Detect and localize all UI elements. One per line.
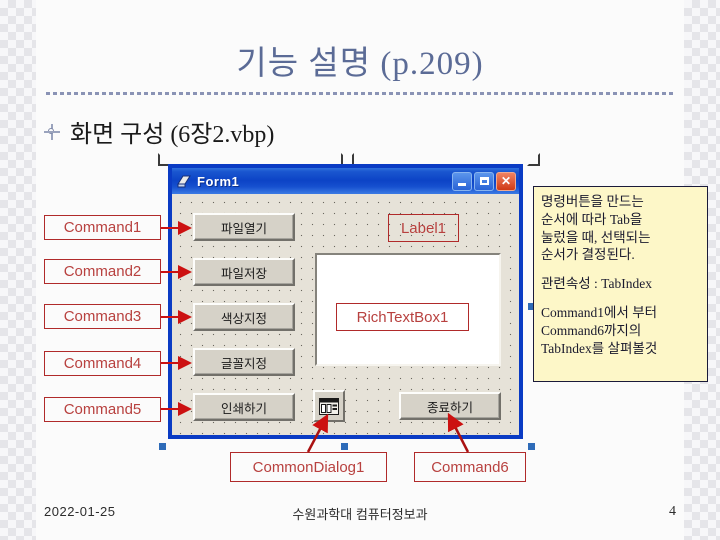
- form-titlebar[interactable]: Form1 ✕: [172, 168, 519, 194]
- note-line-4: 순서가 결정된다.: [541, 247, 635, 263]
- selection-handle-top-right[interactable]: [527, 153, 540, 166]
- btn-color[interactable]: 색상지정: [193, 303, 295, 331]
- note-spacer-2: [541, 293, 702, 304]
- annotation-command6: Command6: [414, 452, 526, 482]
- form-title-text: Form1: [197, 173, 240, 189]
- note-line-7: Command6까지의: [541, 322, 642, 338]
- note-line-1: 명령버튼을 만드는: [541, 194, 644, 209]
- note-spacer-1: [541, 264, 702, 275]
- annotation-command4: Command4: [44, 351, 161, 376]
- annotation-richtextbox: RichTextBox1: [336, 303, 469, 331]
- btn-open-file[interactable]: 파일열기: [193, 213, 295, 241]
- annotation-commondialog: CommonDialog1: [230, 452, 387, 482]
- annotation-command2: Command2: [44, 259, 161, 284]
- footer-center-text: 수원과학대 컴퓨터정보과: [292, 507, 428, 522]
- commondialog-control[interactable]: [313, 390, 345, 422]
- btn-font[interactable]: 글꼴지정: [193, 348, 295, 376]
- annotation-label1: Label1: [388, 214, 459, 242]
- bullet-text: 화면 구성 (6장2.vbp): [70, 122, 275, 148]
- close-button[interactable]: ✕: [496, 171, 516, 191]
- annotation-command5: Command5: [44, 397, 161, 422]
- title-divider: [46, 92, 674, 95]
- selection-handle-bottom-mid[interactable]: [341, 443, 348, 450]
- selection-handle-bottom-right[interactable]: [528, 443, 535, 450]
- btn-save-file[interactable]: 파일저장: [193, 258, 295, 286]
- page-title: 기능 설명 (p.209): [236, 46, 484, 82]
- maximize-button[interactable]: [474, 171, 494, 191]
- note-panel: 명령버튼을 만드는 순서에 따라 Tab을 눌렀을 때, 선택되는 순서가 결정…: [533, 186, 708, 382]
- btn-print[interactable]: 인쇄하기: [193, 393, 295, 421]
- bullet-row: 화면 구성 (6장2.vbp): [44, 114, 274, 149]
- footer-page-number: 4: [669, 504, 676, 519]
- note-line-6: Command1에서 부터: [541, 305, 658, 321]
- vb-form-window[interactable]: Form1 ✕ 파일열기 파일저장 색상지정 글꼴지정 인쇄하기 종료하기: [168, 164, 523, 439]
- note-line-5: 관련속성 : TabIndex: [541, 276, 652, 292]
- annotation-command3: Command3: [44, 304, 161, 329]
- selection-handle-bottom-left[interactable]: [159, 443, 166, 450]
- vb-form-icon: [177, 175, 191, 188]
- btn-exit[interactable]: 종료하기: [399, 392, 501, 420]
- note-line-2: 순서에 따라 Tab을: [541, 211, 643, 227]
- note-line-8: TabIndex를 살펴볼것: [541, 340, 658, 356]
- slide-footer: 2022-01-25 수원과학대 컴퓨터정보과 4: [0, 494, 720, 540]
- annotation-command1: Command1: [44, 215, 161, 240]
- minimize-button[interactable]: [452, 171, 472, 191]
- note-line-3: 눌렀을 때, 선택되는: [541, 229, 651, 245]
- form-window-buttons: ✕: [452, 171, 516, 191]
- crosshair-bullet-icon: [44, 123, 60, 140]
- dialog-box-icon: [319, 397, 339, 415]
